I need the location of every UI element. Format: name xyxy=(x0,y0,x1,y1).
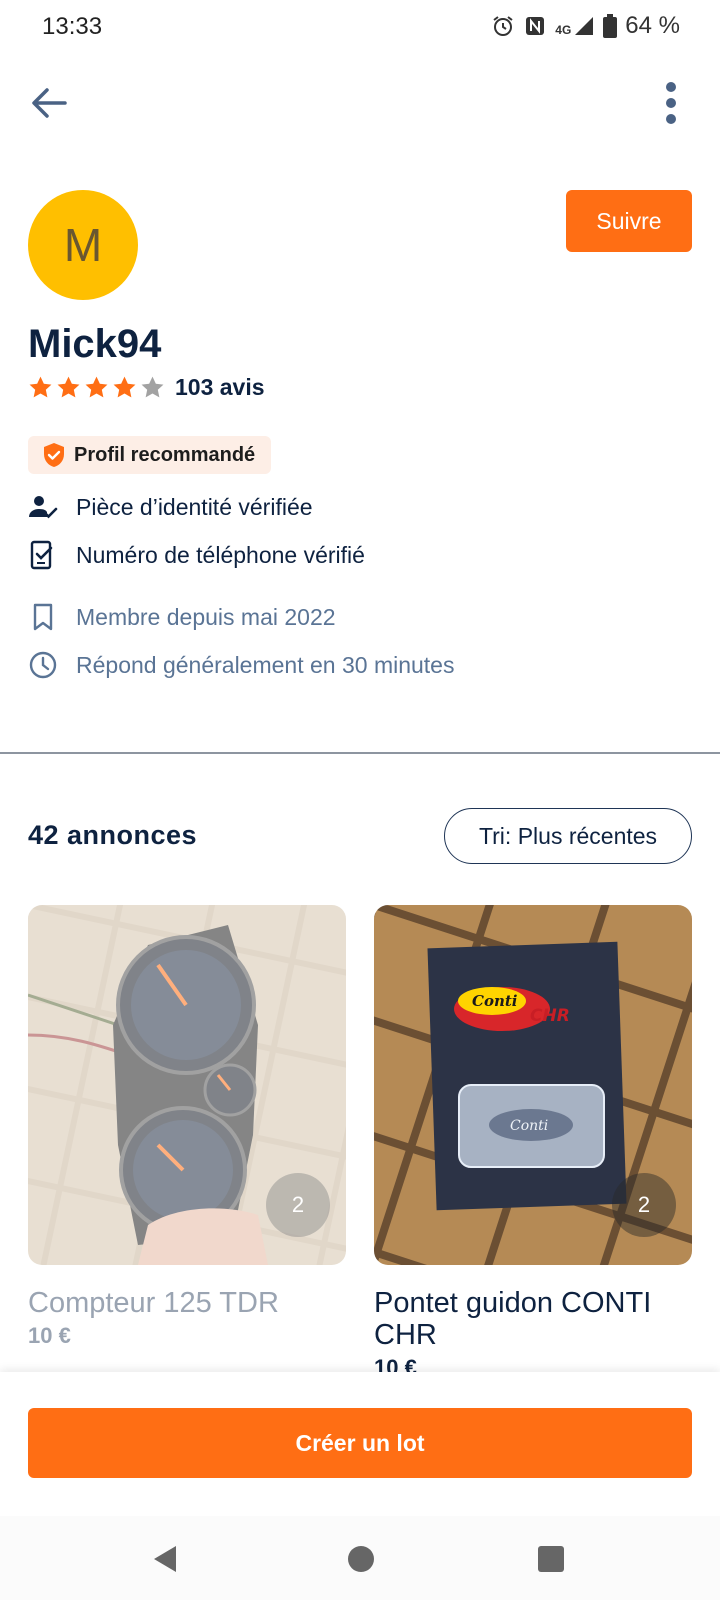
response-time-label: Répond généralement en 30 minutes xyxy=(76,651,455,678)
star-full-icon xyxy=(29,376,52,398)
listing-photo[interactable]: Conti CHR Conti 2 xyxy=(374,905,692,1265)
star-empty-icon xyxy=(141,376,164,398)
listing-title[interactable]: Compteur 125 TDR xyxy=(28,1287,346,1319)
member-since: Membre depuis mai 2022 xyxy=(28,602,336,632)
recommended-profile-badge: Profil recommandé xyxy=(28,436,272,474)
person-check-icon xyxy=(28,492,58,522)
nfc-icon xyxy=(526,17,545,35)
status-bar: 13:33 4G 64 % xyxy=(0,0,720,56)
listing-card[interactable]: Conti CHR Conti 2 Pontet guidon CONTI CH… xyxy=(374,905,692,1381)
battery-level: 64 % xyxy=(625,12,680,39)
rating[interactable]: 103 avis xyxy=(28,374,265,401)
clock-icon xyxy=(28,650,58,680)
star-full-icon xyxy=(113,376,136,398)
verification-label: Pièce d’identité vérifiée xyxy=(76,493,313,520)
shield-check-icon xyxy=(44,443,64,467)
create-lot-button[interactable]: Créer un lot xyxy=(28,1408,692,1478)
arrow-left-icon xyxy=(32,88,67,118)
star-full-icon xyxy=(57,376,80,398)
listing-price: 10 € xyxy=(28,1323,71,1348)
follow-button[interactable]: Suivre xyxy=(566,190,692,252)
svg-text:CHR: CHR xyxy=(530,1006,570,1026)
avatar[interactable]: M xyxy=(28,190,138,300)
nav-home-icon[interactable] xyxy=(348,1546,374,1572)
response-time: Répond généralement en 30 minutes xyxy=(28,650,454,680)
verification-phone: Numéro de téléphone vérifié xyxy=(28,540,365,570)
status-time: 13:33 xyxy=(42,13,103,40)
phone-check-icon xyxy=(28,540,58,570)
more-options-button[interactable] xyxy=(656,78,686,128)
battery-icon xyxy=(603,14,618,38)
nav-back-icon[interactable] xyxy=(152,1544,178,1574)
member-since-label: Membre depuis mai 2022 xyxy=(76,603,336,630)
photo-count: 2 xyxy=(266,1173,330,1237)
sort-button[interactable]: Tri: Plus récentes xyxy=(444,808,692,864)
reviews-count: 103 avis xyxy=(175,374,265,400)
network-type: 4G xyxy=(555,23,572,37)
verification-id: Pièce d’identité vérifiée xyxy=(28,492,313,522)
bottom-action-bar: Créer un lot xyxy=(0,1372,720,1516)
photo-count: 2 xyxy=(612,1173,676,1237)
svg-text:Conti: Conti xyxy=(472,992,518,1010)
signal-icon xyxy=(575,17,594,35)
back-button[interactable] xyxy=(26,80,72,126)
listing-photo[interactable]: 2 xyxy=(28,905,346,1265)
listings-count: 42 annonces xyxy=(28,820,198,850)
system-nav-bar xyxy=(0,1516,720,1600)
listing-title[interactable]: Pontet guidon CONTI CHR xyxy=(374,1287,692,1351)
star-full-icon xyxy=(85,376,108,398)
status-icons: 4G 64 % xyxy=(491,12,680,40)
username: Mick94 xyxy=(28,322,162,366)
listing-card[interactable]: 2 Compteur 125 TDR 10 € xyxy=(28,905,346,1349)
bookmark-icon xyxy=(28,602,58,632)
more-vertical-icon xyxy=(666,82,676,92)
svg-text:Conti: Conti xyxy=(510,1118,548,1134)
alarm-icon xyxy=(493,16,513,36)
verification-label: Numéro de téléphone vérifié xyxy=(76,541,365,568)
divider xyxy=(0,752,720,754)
badge-label: Profil recommandé xyxy=(74,443,256,466)
nav-recents-icon[interactable] xyxy=(538,1546,564,1572)
